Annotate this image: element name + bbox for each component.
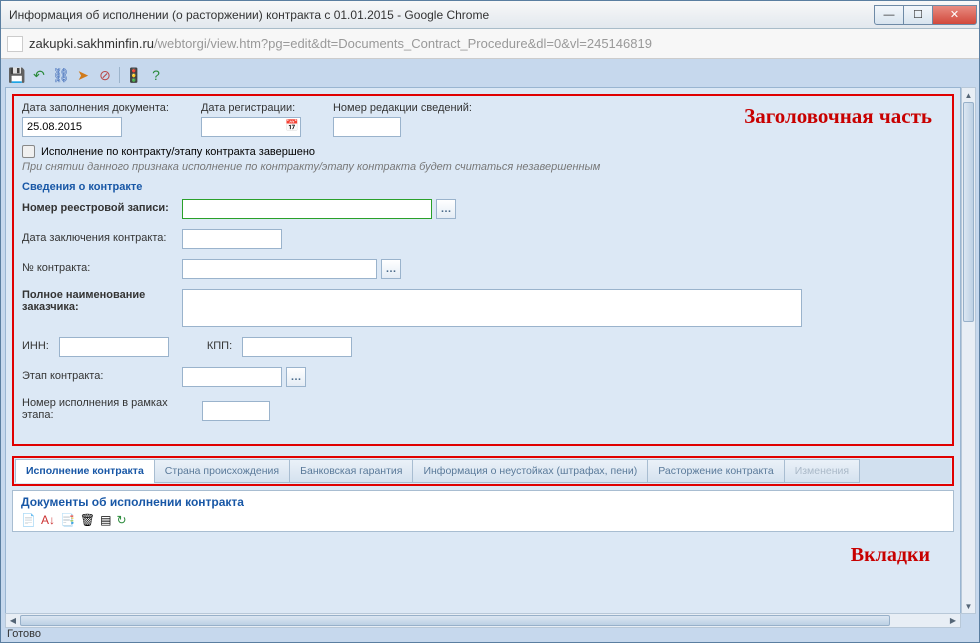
completed-hint: При снятии данного признака исполнение п… [22,161,944,173]
tabs: Исполнение контракта Страна происхождени… [15,459,951,483]
toolbar: 💾 ↶ ⛓ ➤ ⊘ 🚦 ? [5,63,975,87]
page-icon [7,36,23,52]
contract-date-label: Дата заключения контракта: [22,232,182,244]
window-titlebar: Информация об исполнении (о расторжении)… [1,1,979,29]
doc-refresh-icon[interactable]: ↻ [117,513,127,527]
tab-bank-guarantee[interactable]: Банковская гарантия [289,459,413,483]
contract-number-input[interactable] [182,259,377,279]
revision-input[interactable] [333,117,401,137]
contract-number-label: № контракта: [22,262,182,274]
doc-filter-icon[interactable]: ▤ [100,513,111,527]
maximize-button[interactable]: ☐ [903,5,933,25]
kpp-label: КПП: [207,340,232,352]
doc-edit-icon[interactable]: A↓ [41,513,55,527]
doc-copy-icon[interactable]: 📑 [60,513,75,527]
inn-label: ИНН: [22,340,49,352]
tabs-frame: Исполнение контракта Страна происхождени… [12,456,954,486]
discard-icon[interactable]: ⊘ [97,67,113,83]
url-host: zakupki.sakhminfin.ru [29,36,154,51]
scroll-right-arrow[interactable]: ▶ [946,614,960,627]
registry-lookup-button[interactable]: … [436,199,456,219]
doc-delete-icon[interactable]: 🗑 [80,513,95,527]
contract-date-input[interactable] [182,229,282,249]
stage-label: Этап контракта: [22,370,182,382]
separator [119,67,120,83]
reg-date-input[interactable] [201,117,301,137]
address-bar: zakupki.sakhminfin.ru/webtorgi/view.htm?… [1,29,979,59]
status-bar: Готово [1,628,979,642]
main-panel: Заголовочная часть Дата заполнения докум… [5,87,961,614]
link-icon[interactable]: ⛓ [53,67,69,83]
fill-date-label: Дата заполнения документа: [22,102,169,114]
window-title: Информация об исполнении (о расторжении)… [9,8,875,22]
vertical-scrollbar[interactable]: ▲ ▼ [961,87,976,614]
stage-input[interactable] [182,367,282,387]
vscroll-thumb[interactable] [963,102,974,322]
documents-title: Документы об исполнении контракта [21,495,945,509]
window-buttons: — ☐ ✕ [875,5,977,25]
scroll-up-arrow[interactable]: ▲ [962,88,975,102]
fill-date-input[interactable] [22,117,122,137]
minimize-button[interactable]: — [874,5,904,25]
customer-label: Полное наименование заказчика: [22,289,182,313]
tab-changes[interactable]: Изменения [784,459,860,483]
send-icon[interactable]: ➤ [75,67,91,83]
tabs-annotation: Вкладки [851,544,930,567]
header-section-frame: Заголовочная часть Дата заполнения докум… [12,94,954,446]
app-area: 💾 ↶ ⛓ ➤ ⊘ 🚦 ? Заголовочная часть Дата за… [1,59,979,642]
url-path: /webtorgi/view.htm?pg=edit&dt=Documents_… [154,36,652,51]
kpp-input[interactable] [242,337,352,357]
registry-input[interactable] [182,199,432,219]
header-annotation: Заголовочная часть [744,104,932,129]
contract-section-title: Сведения о контракте [22,181,944,193]
contract-number-lookup-button[interactable]: … [381,259,401,279]
exec-number-label: Номер исполнения в рамках этапа: [22,397,202,421]
horizontal-scrollbar[interactable]: ◀ ▶ [5,613,961,628]
doc-new-icon[interactable]: 📄 [21,513,36,527]
scroll-left-arrow[interactable]: ◀ [6,614,20,627]
hscroll-thumb[interactable] [20,615,890,626]
reg-date-label: Дата регистрации: [201,102,301,114]
scroll-down-arrow[interactable]: ▼ [962,599,975,613]
inn-input[interactable] [59,337,169,357]
undo-icon[interactable]: ↶ [31,67,47,83]
tab-execution[interactable]: Исполнение контракта [15,459,155,483]
tab-penalties[interactable]: Информация о неустойках (штрафах, пени) [412,459,648,483]
documents-section: Документы об исполнении контракта 📄 A↓ 📑… [12,490,954,532]
stage-lookup-button[interactable]: … [286,367,306,387]
customer-textarea[interactable] [182,289,802,327]
close-button[interactable]: ✕ [932,5,977,25]
tab-origin[interactable]: Страна происхождения [154,459,290,483]
help-icon[interactable]: ? [148,67,164,83]
documents-toolbar: 📄 A↓ 📑 🗑 ▤ ↻ [21,513,945,527]
status-text: Готово [7,628,41,640]
registry-label: Номер реестровой записи: [22,202,182,214]
save-icon[interactable]: 💾 [9,67,25,83]
completed-checkbox-label: Исполнение по контракту/этапу контракта … [41,146,315,158]
url[interactable]: zakupki.sakhminfin.ru/webtorgi/view.htm?… [29,36,652,51]
tab-termination[interactable]: Расторжение контракта [647,459,784,483]
revision-label: Номер редакции сведений: [333,102,472,114]
traffic-icon[interactable]: 🚦 [126,67,142,83]
exec-number-input[interactable] [202,401,270,421]
completed-checkbox[interactable] [22,145,35,158]
